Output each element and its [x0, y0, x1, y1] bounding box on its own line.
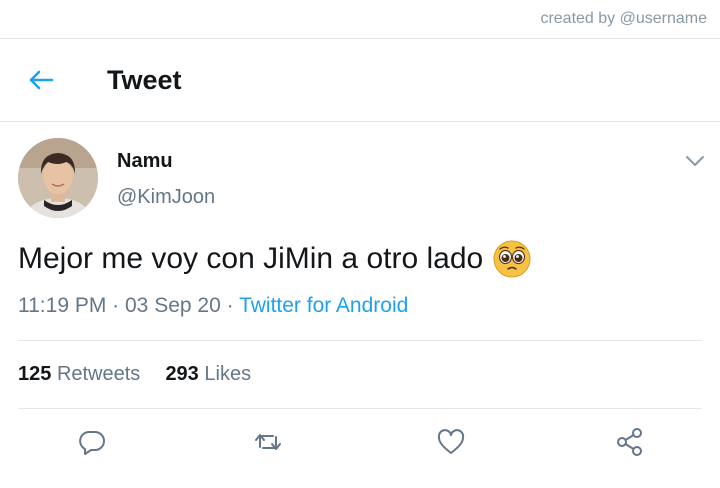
retweets-label: Retweets — [56, 363, 141, 385]
retweets-stat[interactable]: 125 Retweets — [18, 363, 146, 385]
tweet-date: 03 Sep 20 — [125, 294, 221, 317]
tweet-time: 11:19 PM — [18, 294, 107, 317]
author-name[interactable]: Namu — [117, 150, 173, 173]
tweet-meta: 11:19 PM · 03 Sep 20 · Twitter for Andro… — [18, 294, 408, 318]
divider — [0, 121, 720, 122]
share-icon[interactable] — [615, 427, 645, 457]
back-button[interactable] — [26, 66, 56, 94]
meta-separator: · — [226, 294, 240, 317]
tweet-text: Mejor me voy con JiMin a otro lado — [18, 240, 531, 278]
divider — [18, 408, 702, 409]
retweets-count: 125 — [18, 363, 52, 385]
avatar[interactable] — [18, 138, 98, 218]
retweet-icon[interactable] — [253, 427, 283, 457]
chevron-down-icon[interactable] — [684, 150, 706, 172]
pleading-face-emoji-icon — [493, 240, 531, 278]
created-by-credit: created by @username — [540, 10, 707, 27]
tweet-source-link[interactable]: Twitter for Android — [239, 294, 408, 317]
meta-separator: · — [112, 294, 125, 317]
page-title: Tweet — [107, 65, 182, 95]
divider — [18, 340, 702, 341]
reply-icon[interactable] — [77, 427, 107, 457]
likes-stat[interactable]: 293 Likes — [165, 363, 251, 385]
header-bar: Tweet — [0, 39, 720, 121]
avatar-image — [18, 138, 98, 218]
back-arrow-icon — [29, 70, 54, 90]
tweet-stats: 125 Retweets 293 Likes — [18, 363, 251, 386]
author-handle[interactable]: @KimJoon — [117, 186, 215, 209]
likes-count: 293 — [165, 363, 199, 385]
likes-label: Likes — [204, 363, 252, 385]
like-icon[interactable] — [436, 427, 466, 457]
tweet-body: Mejor me voy con JiMin a otro lado — [18, 242, 484, 275]
